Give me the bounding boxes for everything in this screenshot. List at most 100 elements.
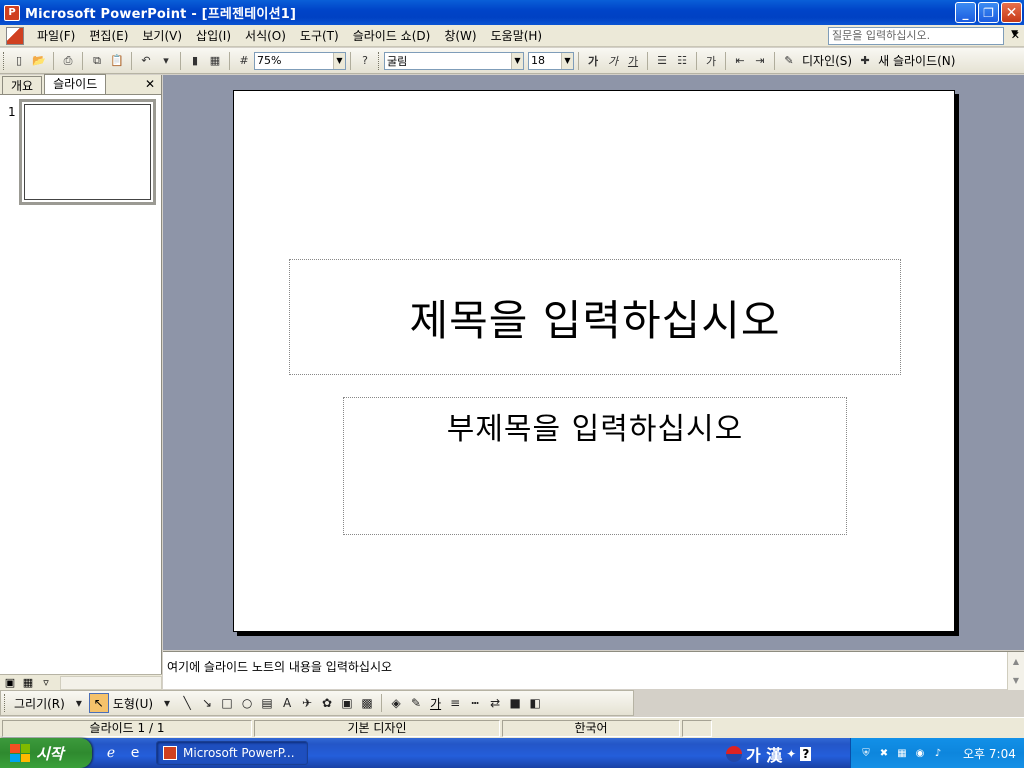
design-button[interactable]: 디자인(S): [802, 52, 852, 69]
powerpoint-icon[interactable]: P: [4, 4, 20, 21]
menu-slideshow[interactable]: 슬라이드 쇼(D): [346, 26, 438, 46]
picture-icon[interactable]: ▣: [337, 694, 357, 712]
chart-icon[interactable]: ▮: [186, 52, 204, 70]
menu-window[interactable]: 창(W): [437, 26, 483, 46]
new-slide-button[interactable]: 새 슬라이드(N): [878, 52, 955, 69]
chevron-down-icon[interactable]: ▾: [157, 694, 177, 712]
increase-font-button[interactable]: 가: [702, 52, 720, 70]
fill-color-icon[interactable]: ◈: [386, 694, 406, 712]
undo-dropdown-icon[interactable]: ▾: [157, 52, 175, 70]
volume-icon[interactable]: ♪: [931, 746, 945, 760]
shadow-icon[interactable]: ■: [505, 694, 525, 712]
open-icon[interactable]: 📂: [30, 52, 48, 70]
ime-mode[interactable]: 가 漢: [746, 742, 782, 766]
draw-menu-button[interactable]: 그리기(R): [14, 695, 65, 712]
undo-icon[interactable]: ↶: [137, 52, 155, 70]
security-icon[interactable]: ⛨: [859, 746, 873, 760]
diagram-icon[interactable]: ✈: [297, 694, 317, 712]
arrow-style-icon[interactable]: ⇄: [485, 694, 505, 712]
menu-view[interactable]: 보기(V): [135, 26, 189, 46]
chevron-down-icon[interactable]: ▾: [69, 694, 89, 712]
menu-help[interactable]: 도움말(H): [484, 26, 550, 46]
close-icon[interactable]: ✕: [145, 77, 155, 91]
network-icon[interactable]: ◉: [913, 746, 927, 760]
title-placeholder[interactable]: 제목을 입력하십시오: [289, 259, 901, 375]
ime-help-icon[interactable]: ?: [800, 747, 812, 761]
decrease-indent-icon[interactable]: ⇤: [731, 52, 749, 70]
toolbar: ▯ 📂 ⎙ ⧉ 📋 ↶ ▾ ▮ ▦ # 75% ▼ ? 굴림 ▼ 18 ▼ 가 …: [0, 48, 1024, 74]
close-button[interactable]: ✕: [1001, 2, 1022, 23]
image-icon[interactable]: ▩: [357, 694, 377, 712]
document-icon[interactable]: [6, 26, 24, 45]
slide-sorter-icon[interactable]: ▦: [20, 676, 36, 690]
font-size-select[interactable]: 18 ▼: [528, 51, 574, 70]
3d-icon[interactable]: ◧: [525, 694, 545, 712]
slide-workspace: 제목을 입력하십시오 부제목을 입력하십시오: [163, 75, 1024, 650]
vm-icon[interactable]: ▦: [895, 746, 909, 760]
internet-explorer-icon[interactable]: e: [126, 744, 144, 762]
slideshow-icon[interactable]: ▿: [38, 676, 54, 690]
chevron-down-icon[interactable]: ▼: [333, 52, 345, 69]
antivirus-icon[interactable]: ✖: [877, 746, 891, 760]
menu-tools[interactable]: 도구(T): [293, 26, 346, 46]
arrow-icon[interactable]: ↘: [197, 694, 217, 712]
menu-file[interactable]: 파일(F): [30, 26, 82, 46]
menu-insert[interactable]: 삽입(I): [189, 26, 238, 46]
italic-button[interactable]: 가: [604, 52, 622, 70]
taskbar-item-powerpoint[interactable]: Microsoft PowerP...: [156, 741, 308, 765]
help-icon[interactable]: ?: [356, 52, 374, 70]
start-button[interactable]: 시작: [0, 738, 92, 768]
line-color-icon[interactable]: ✎: [406, 694, 426, 712]
notes-pane[interactable]: 여기에 슬라이드 노트의 내용을 입력하십시오 ▲ ▼: [163, 651, 1024, 690]
close-icon[interactable]: ✕: [1011, 29, 1020, 42]
ask-question-input[interactable]: 질문을 입력하십시오.: [828, 27, 1004, 45]
copy-icon[interactable]: ⧉: [88, 52, 106, 70]
paste-icon[interactable]: 📋: [108, 52, 126, 70]
toolbar-grip[interactable]: [4, 694, 7, 712]
chevron-down-icon[interactable]: ▼: [511, 52, 523, 69]
select-pointer-icon[interactable]: ↖: [88, 693, 109, 713]
print-icon[interactable]: ⎙: [59, 52, 77, 70]
slide-canvas[interactable]: 제목을 입력하십시오 부제목을 입력하십시오: [233, 90, 955, 632]
bullet-list-icon[interactable]: ☷: [673, 52, 691, 70]
minimize-button[interactable]: _: [955, 2, 976, 23]
dash-style-icon[interactable]: ┅: [465, 694, 485, 712]
oval-icon[interactable]: ○: [237, 694, 257, 712]
clipart-icon[interactable]: ✿: [317, 694, 337, 712]
increase-indent-icon[interactable]: ⇥: [751, 52, 769, 70]
line-style-icon[interactable]: ≡: [445, 694, 465, 712]
browser-icon[interactable]: ℯ: [102, 744, 120, 762]
slide-thumbnail[interactable]: [19, 99, 156, 205]
table-icon[interactable]: ▦: [206, 52, 224, 70]
wordart-icon[interactable]: A: [277, 694, 297, 712]
toolbar-grip[interactable]: [378, 51, 381, 70]
tab-outline[interactable]: 개요: [2, 76, 43, 94]
toolbar-grip[interactable]: [3, 51, 6, 70]
normal-view-icon[interactable]: ▣: [2, 676, 18, 690]
zoom-select[interactable]: 75% ▼: [254, 51, 346, 70]
line-icon[interactable]: ╲: [177, 694, 197, 712]
menu-edit[interactable]: 편집(E): [82, 26, 135, 46]
menu-format[interactable]: 서식(O): [238, 26, 293, 46]
rectangle-icon[interactable]: □: [217, 694, 237, 712]
underline-button[interactable]: 가: [624, 52, 642, 70]
ime-tools-icon[interactable]: ✦: [786, 747, 796, 761]
tab-slides[interactable]: 슬라이드: [44, 74, 107, 94]
font-size-value: 18: [531, 54, 545, 67]
textbox-icon[interactable]: ▤: [257, 694, 277, 712]
font-color-button[interactable]: 가: [430, 695, 441, 712]
notes-scrollbar[interactable]: ▲ ▼: [1007, 652, 1024, 690]
restore-button[interactable]: ❐: [978, 2, 999, 23]
bold-button[interactable]: 가: [584, 52, 602, 70]
new-document-icon[interactable]: ▯: [10, 52, 28, 70]
menu-bar: 파일(F) 편집(E) 보기(V) 삽입(I) 서식(O) 도구(T) 슬라이드…: [0, 25, 1024, 47]
horizontal-scrollbar[interactable]: [60, 675, 162, 690]
autoshapes-button[interactable]: 도형(U): [113, 695, 153, 712]
font-select[interactable]: 굴림 ▼: [384, 51, 524, 70]
system-tray: ⛨ ✖ ▦ ◉ ♪ 오후 7:04: [850, 738, 1024, 768]
subtitle-placeholder[interactable]: 부제목을 입력하십시오: [343, 397, 847, 535]
numbered-list-icon[interactable]: ☰: [653, 52, 671, 70]
chevron-down-icon[interactable]: ▼: [561, 52, 573, 69]
ime-icon[interactable]: [726, 746, 742, 762]
grid-icon[interactable]: #: [235, 52, 253, 70]
